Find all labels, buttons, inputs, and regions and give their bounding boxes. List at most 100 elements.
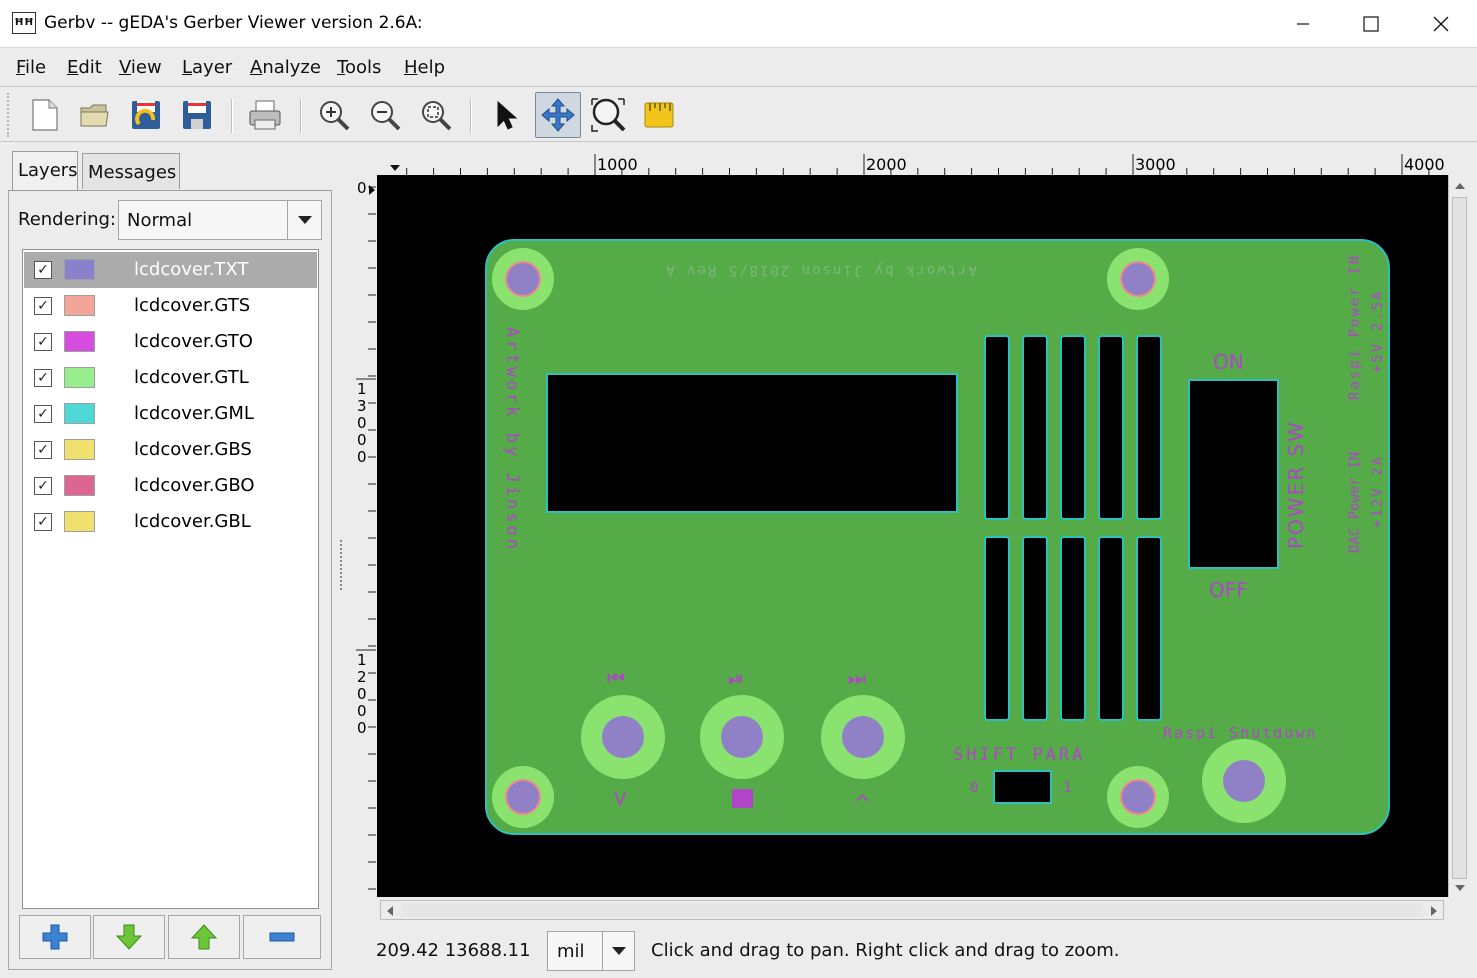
gerber-canvas[interactable]: ON OFF POWER SW Raspi Power IN +5V 2.5A … <box>377 175 1448 897</box>
rendering-select[interactable]: Normal <box>118 200 322 240</box>
print-icon <box>249 100 281 130</box>
window-title: Gerbv -- gEDA's Gerber Viewer version 2.… <box>44 13 423 33</box>
pan-tool-icon <box>541 98 575 132</box>
toolbar-separator <box>470 99 472 133</box>
move-layer-up-button[interactable] <box>168 915 240 959</box>
layer-visible-checkbox[interactable]: ✓ <box>34 405 52 423</box>
new-button[interactable] <box>24 95 64 135</box>
maximize-button[interactable] <box>1336 0 1406 48</box>
menu-view[interactable]: View <box>119 57 162 78</box>
menu-file[interactable]: File <box>16 57 46 78</box>
layer-row[interactable]: ✓ lcdcover.GML <box>24 396 317 432</box>
mounting-hole <box>1107 248 1169 310</box>
ruler-label: 0 <box>357 179 367 197</box>
tab-layers[interactable]: Layers <box>12 151 78 191</box>
zoom-out-button[interactable] <box>365 95 405 135</box>
layer-visible-checkbox[interactable]: ✓ <box>34 261 52 279</box>
unit-value: mil <box>557 941 585 962</box>
layer-row[interactable]: ✓ lcdcover.GBO <box>24 468 317 504</box>
layer-name: lcdcover.GBO <box>134 475 255 496</box>
ruler-label: 2000 <box>866 155 907 174</box>
zoom-fit-button[interactable] <box>416 95 456 135</box>
play-button-pad <box>700 695 784 779</box>
open-button[interactable] <box>75 95 115 135</box>
layer-visible-checkbox[interactable]: ✓ <box>34 441 52 459</box>
mounting-hole <box>492 248 554 310</box>
layer-color-swatch[interactable] <box>64 511 95 532</box>
up-symbol: ^ <box>853 792 871 817</box>
scroll-right-icon[interactable] <box>1429 905 1439 917</box>
add-layer-button[interactable] <box>19 915 91 959</box>
measure-tool-button[interactable] <box>639 95 679 135</box>
layer-name: lcdcover.GBL <box>134 511 251 532</box>
maximize-icon <box>1363 16 1379 32</box>
layer-visible-checkbox[interactable]: ✓ <box>34 369 52 387</box>
layer-color-swatch[interactable] <box>64 403 95 424</box>
move-up-icon <box>190 924 218 950</box>
switch-off-label: OFF <box>1209 578 1248 602</box>
pane-splitter[interactable] <box>340 540 344 590</box>
layer-color-swatch[interactable] <box>64 259 95 280</box>
layer-row[interactable]: ✓ lcdcover.TXT <box>24 252 317 288</box>
vertical-scrollbar[interactable] <box>1448 175 1470 897</box>
layer-color-swatch[interactable] <box>64 331 95 352</box>
measure-tool-icon <box>644 102 674 128</box>
layer-visible-checkbox[interactable]: ✓ <box>34 513 52 531</box>
save-button[interactable] <box>177 95 217 135</box>
layer-row[interactable]: ✓ lcdcover.GBL <box>24 504 317 540</box>
layer-row[interactable]: ✓ lcdcover.GTS <box>24 288 317 324</box>
rendering-label: Rendering: <box>18 209 116 230</box>
ruler-label: 4000 <box>1404 155 1445 174</box>
menu-analyze[interactable]: Analyze <box>250 57 321 78</box>
layer-visible-checkbox[interactable]: ✓ <box>34 477 52 495</box>
menu-tools[interactable]: Tools <box>337 57 381 78</box>
revert-button[interactable] <box>126 95 166 135</box>
scroll-up-icon[interactable] <box>1454 181 1466 191</box>
toolbar-grip[interactable] <box>7 93 13 137</box>
layer-color-swatch[interactable] <box>64 439 95 460</box>
ruler-label: 13000 <box>357 380 367 466</box>
artwork-side-label: Artwork by Jinson <box>502 327 522 552</box>
pan-tool-button[interactable] <box>535 92 581 138</box>
vertical-scroll-thumb[interactable] <box>1452 197 1467 879</box>
pointer-tool-button[interactable] <box>484 95 524 135</box>
scroll-left-icon[interactable] <box>385 905 395 917</box>
unit-select[interactable]: mil <box>547 931 635 971</box>
zoom-fit-icon <box>422 101 452 131</box>
layer-row[interactable]: ✓ lcdcover.GBS <box>24 432 317 468</box>
layer-row[interactable]: ✓ lcdcover.GTO <box>24 324 317 360</box>
tab-messages[interactable]: Messages <box>82 153 180 189</box>
raspi-power-label: Raspi Power IN <box>1347 254 1363 400</box>
vertical-ruler-ticks: 0 1 3 0 0 0 1 2 0 0 0 <box>356 179 376 890</box>
open-folder-icon <box>80 104 109 127</box>
zoom-in-icon <box>320 101 350 131</box>
dropdown-arrow-icon <box>287 201 321 239</box>
power-switch-cutout <box>1188 379 1279 569</box>
layer-visible-checkbox[interactable]: ✓ <box>34 297 52 315</box>
layer-visible-checkbox[interactable]: ✓ <box>34 333 52 351</box>
menu-edit[interactable]: Edit <box>67 57 102 78</box>
close-button[interactable] <box>1406 0 1476 48</box>
rendering-value: Normal <box>127 210 193 231</box>
remove-layer-button[interactable] <box>243 915 321 959</box>
layer-name: lcdcover.GTS <box>134 295 251 316</box>
horizontal-scroll-thumb[interactable] <box>401 903 1423 917</box>
layer-color-swatch[interactable] <box>64 475 95 496</box>
layer-color-swatch[interactable] <box>64 295 95 316</box>
menu-help[interactable]: Help <box>404 57 445 78</box>
zoom-tool-button[interactable] <box>588 95 628 135</box>
artwork-top-label: Artwork by Jinson 2018/5 Rev A <box>664 262 977 278</box>
minimize-button[interactable] <box>1268 0 1338 48</box>
pointer-tool-icon <box>497 100 518 130</box>
layer-name: lcdcover.GBS <box>134 439 252 460</box>
move-layer-down-button[interactable] <box>93 915 165 959</box>
layer-row[interactable]: ✓ lcdcover.GTL <box>24 360 317 396</box>
layer-color-swatch[interactable] <box>64 367 95 388</box>
menu-layer[interactable]: Layer <box>182 57 232 78</box>
close-icon <box>1433 16 1449 32</box>
zoom-in-button[interactable] <box>314 95 354 135</box>
horizontal-scrollbar[interactable] <box>380 900 1444 920</box>
print-button[interactable] <box>245 95 285 135</box>
zoom-out-icon <box>371 101 401 131</box>
scroll-down-icon[interactable] <box>1454 883 1466 893</box>
